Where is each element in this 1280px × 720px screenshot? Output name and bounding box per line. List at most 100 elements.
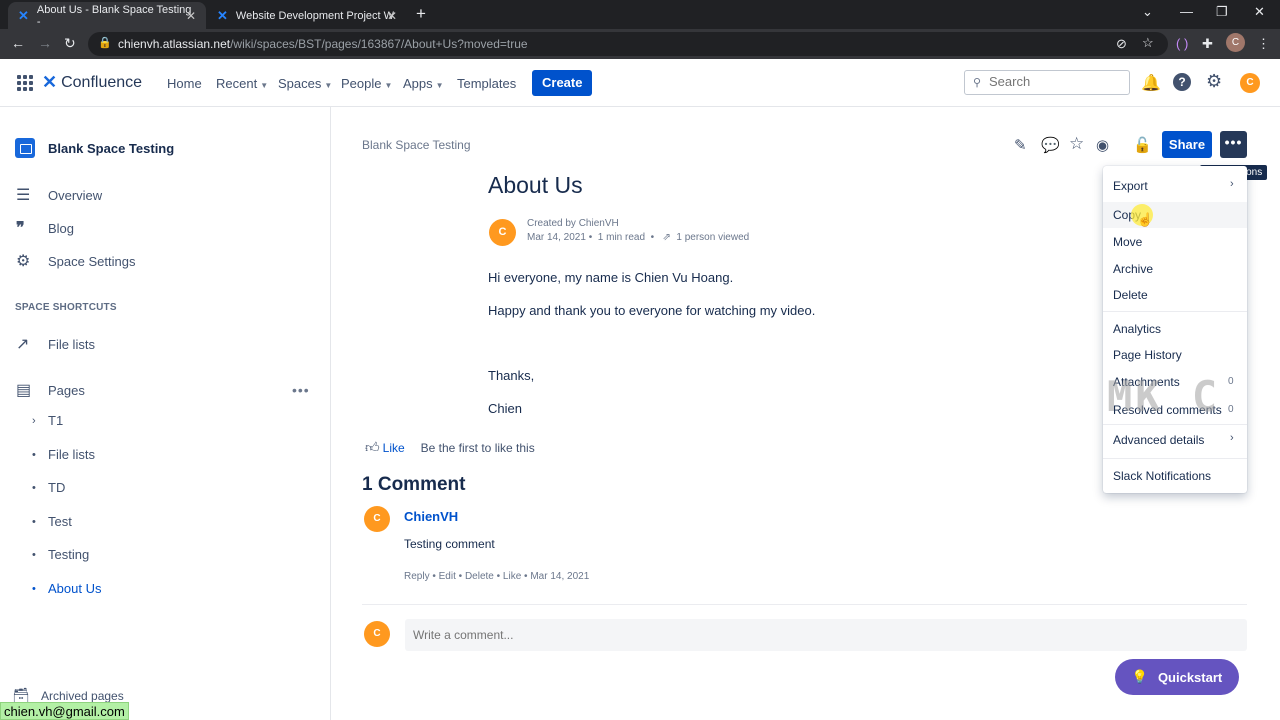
tree-item-test[interactable]: • Test	[32, 514, 72, 529]
sidebar-item-pages[interactable]: ▤ Pages	[16, 380, 85, 400]
sidebar-item-overview[interactable]: ☰ Overview	[16, 185, 102, 205]
minimize-icon[interactable]: —	[1180, 4, 1193, 19]
menu-item-copy[interactable]: Copy	[1103, 202, 1247, 228]
close-window-icon[interactable]: ✕	[1254, 4, 1265, 20]
close-tab-icon[interactable]: ✕	[387, 9, 397, 23]
menu-item-advanced-details[interactable]: Advanced details	[1113, 433, 1204, 447]
new-tab-icon[interactable]: +	[416, 4, 426, 24]
notifications-icon[interactable]: 🔔	[1141, 73, 1161, 93]
bullet-icon: •	[32, 548, 36, 561]
pages-more-icon[interactable]: •••	[292, 382, 310, 398]
browser-tab-active[interactable]: ✕ About Us - Blank Space Testing - ✕	[8, 2, 206, 29]
profile-avatar[interactable]: C	[1226, 33, 1245, 52]
nav-recent[interactable]: Recent ▼	[216, 76, 268, 91]
sidebar-item-blog[interactable]: ❞ Blog	[16, 218, 74, 238]
chevron-right-icon[interactable]: ›	[32, 415, 48, 427]
kebab-menu-icon[interactable]: ⋮	[1257, 36, 1270, 52]
comment-icon[interactable]: 💬	[1041, 136, 1060, 154]
nav-people[interactable]: People ▼	[341, 76, 392, 91]
comment-author-avatar[interactable]: C	[364, 506, 390, 532]
browser-tab-bar: ✕ About Us - Blank Space Testing - ✕ ✕ W…	[0, 0, 1280, 29]
body-paragraph: Chien	[488, 401, 522, 416]
puzzle-icon[interactable]: ✚	[1202, 36, 1213, 52]
tab-search-icon[interactable]: ⌄	[1142, 4, 1153, 20]
tree-item-t1[interactable]: › T1	[32, 413, 63, 428]
reload-icon[interactable]: ↻	[64, 35, 76, 52]
comment-actions: Reply • Edit • Delete • Like • Mar 14, 2…	[404, 571, 590, 582]
menu-separator	[1103, 424, 1247, 425]
chevron-down-icon: ▼	[435, 81, 444, 90]
menu-item-page-history[interactable]: Page History	[1113, 348, 1182, 362]
menu-item-delete[interactable]: Delete	[1113, 288, 1148, 302]
menu-item-analytics[interactable]: Analytics	[1113, 322, 1161, 336]
tree-item-td[interactable]: • TD	[32, 480, 65, 495]
menu-separator	[1103, 458, 1247, 459]
forward-icon[interactable]: →	[38, 35, 52, 51]
close-tab-icon[interactable]: ✕	[186, 9, 196, 23]
body-paragraph: Hi everyone, my name is Chien Vu Hoang.	[488, 270, 734, 285]
write-comment-input[interactable]	[405, 619, 1247, 651]
breadcrumb[interactable]: Blank Space Testing	[362, 138, 471, 152]
restrictions-lock-icon[interactable]: 🔓	[1133, 136, 1152, 154]
nav-spaces[interactable]: Spaces ▼	[278, 76, 332, 91]
email-autofill-tooltip: chien.vh@gmail.com	[0, 702, 129, 720]
menu-item-archive[interactable]: Archive	[1113, 262, 1153, 276]
edit-pencil-icon[interactable]: ✎	[1014, 136, 1027, 154]
space-sidebar: Blank Space Testing ☰ Overview ❞ Blog ⚙ …	[0, 107, 331, 720]
confluence-mark-icon: ✕	[42, 72, 58, 92]
created-by: Created by ChienVH	[527, 218, 619, 229]
search-input[interactable]	[989, 74, 1119, 89]
extension-icon[interactable]: ( )	[1176, 36, 1188, 51]
bullet-icon: •	[32, 515, 36, 528]
thumbs-up-icon[interactable]: 👍︎	[365, 439, 380, 456]
back-icon[interactable]: ←	[11, 35, 25, 51]
bookmark-star-icon[interactable]: ☆	[1142, 35, 1154, 51]
search-box[interactable]: ⚲	[964, 70, 1130, 95]
menu-item-move[interactable]: Move	[1113, 235, 1142, 249]
omnibox[interactable]: 🔒 chienvh.atlassian.net/wiki/spaces/BST/…	[88, 32, 1168, 56]
tree-item-file-lists[interactable]: • File lists	[32, 447, 95, 462]
menu-item-slack-notifications[interactable]: Slack Notifications	[1113, 469, 1211, 483]
chevron-down-icon: ▼	[324, 81, 333, 90]
create-button[interactable]: Create	[532, 70, 593, 96]
maximize-icon[interactable]: ❐	[1216, 4, 1228, 20]
eye-off-icon[interactable]: ⊘	[1116, 36, 1127, 52]
comment-author[interactable]: ChienVH	[404, 509, 458, 524]
user-avatar[interactable]: C	[1240, 73, 1260, 93]
sidebar-item-space-settings[interactable]: ⚙ Space Settings	[16, 251, 135, 271]
tree-item-about-us[interactable]: • About Us	[32, 581, 101, 596]
menu-separator	[1103, 311, 1247, 312]
tab-title: About Us - Blank Space Testing -	[36, 3, 192, 28]
comment-like-link[interactable]: Like	[503, 571, 521, 582]
like-row: 👍︎ Like Be the first to like this	[365, 439, 535, 456]
help-icon[interactable]: ?	[1173, 73, 1191, 91]
comment-edit-link[interactable]: Edit	[439, 571, 456, 582]
browser-tab[interactable]: ✕ Website Development Project W ✕	[207, 2, 407, 29]
more-actions-button[interactable]: •••	[1220, 131, 1247, 158]
author-avatar[interactable]: C	[489, 219, 516, 246]
external-link-icon: ↗	[16, 336, 30, 353]
nav-home[interactable]: Home	[167, 76, 202, 91]
like-link[interactable]: Like	[383, 441, 405, 455]
body-paragraph: Thanks,	[488, 368, 535, 383]
shortcut-file-lists[interactable]: ↗ File lists	[16, 334, 95, 354]
app-switcher-icon[interactable]	[17, 75, 33, 91]
confluence-favicon-icon: ✕	[18, 7, 29, 23]
star-icon[interactable]: ☆	[1069, 134, 1084, 154]
menu-item-export[interactable]: Export	[1113, 179, 1148, 193]
share-button[interactable]: Share	[1162, 131, 1212, 158]
confluence-logo[interactable]: ✕ Confluence	[42, 72, 142, 93]
attachments-count: 0	[1228, 376, 1234, 387]
like-summary: Be the first to like this	[420, 440, 535, 455]
tree-item-testing[interactable]: • Testing	[32, 547, 89, 562]
space-icon[interactable]	[15, 138, 35, 158]
current-user-avatar: C	[364, 621, 390, 647]
quickstart-button[interactable]: 💡 Quickstart	[1115, 659, 1239, 695]
nav-apps[interactable]: Apps ▼	[403, 76, 444, 91]
settings-gear-icon[interactable]: ⚙	[1206, 71, 1222, 92]
comment-reply-link[interactable]: Reply	[404, 571, 430, 582]
comment-delete-link[interactable]: Delete	[465, 571, 494, 582]
nav-templates[interactable]: Templates	[457, 76, 516, 91]
watch-eye-icon[interactable]: ◉	[1096, 136, 1109, 154]
space-name[interactable]: Blank Space Testing	[48, 141, 174, 156]
